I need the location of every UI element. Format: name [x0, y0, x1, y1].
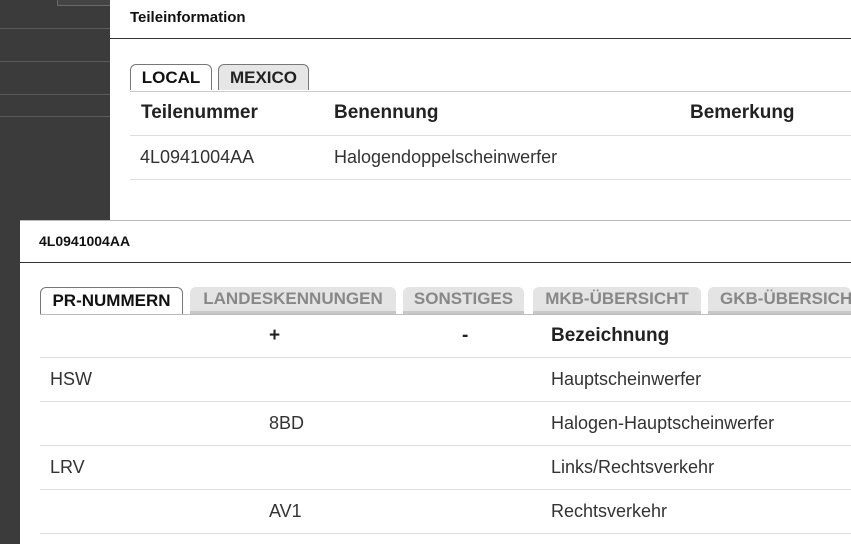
- cell-code: HSW: [50, 369, 92, 389]
- sidebar-divider: [0, 94, 110, 95]
- cell-plus: 8BD: [269, 413, 305, 433]
- cell-plus: AV1: [269, 501, 302, 521]
- parts-info-panel: Teileinformation LOCAL MEXICO Teilenumme…: [110, 0, 851, 222]
- panel-title: Teileinformation: [130, 9, 246, 26]
- tab-local[interactable]: LOCAL: [130, 64, 212, 90]
- tab-landeskennungen[interactable]: LANDESKENNUNGEN: [190, 287, 396, 314]
- row-divider: [130, 135, 851, 136]
- cell-bezeichnung: Links/Rechtsverkehr: [551, 457, 715, 477]
- row-divider: [40, 357, 851, 358]
- part-detail-panel: 4L0941004AA PR-NUMMERN LANDESKENNUNGEN S…: [20, 220, 851, 544]
- row-divider: [40, 489, 851, 490]
- row-divider: [40, 445, 851, 446]
- column-header-benennung: Benennung: [334, 102, 439, 123]
- tab-pr-nummern[interactable]: PR-NUMMERN: [40, 287, 183, 314]
- column-header-bemerkung: Bemerkung: [690, 102, 795, 123]
- cell-benennung: Halogendoppelscheinwerfer: [334, 147, 558, 167]
- tab-mkb-uebersicht[interactable]: MKB-ÜBERSICHT: [533, 287, 701, 314]
- cell-bezeichnung: Halogen-Hauptscheinwerfer: [551, 413, 775, 433]
- cell-bezeichnung: Hauptscheinwerfer: [551, 369, 702, 389]
- sidebar-divider: [0, 28, 110, 29]
- column-header-teilenummer: Teilenummer: [141, 102, 258, 123]
- tab-mexico[interactable]: MEXICO: [218, 64, 309, 90]
- tab-sonstiges[interactable]: SONSTIGES: [403, 287, 524, 314]
- row-divider: [40, 533, 851, 534]
- panel-title: 4L0941004AA: [39, 233, 131, 249]
- column-header-plus: +: [269, 325, 281, 346]
- panel-header: 4L0941004AA: [20, 221, 851, 263]
- row-divider: [40, 401, 851, 402]
- panel-header: Teileinformation: [110, 0, 851, 39]
- tab-gkb-uebersicht[interactable]: GKB-ÜBERSICHT: [708, 287, 851, 314]
- column-header-bezeichnung: Bezeichnung: [551, 325, 670, 346]
- sidebar-divider: [0, 116, 110, 117]
- sidebar-tab[interactable]: [57, 0, 111, 6]
- cell-bezeichnung: Rechtsverkehr: [551, 501, 668, 521]
- sidebar-divider: [0, 61, 110, 62]
- cell-code: LRV: [50, 457, 85, 477]
- column-header-minus: -: [462, 325, 469, 346]
- tab-underline: [40, 314, 851, 315]
- row-divider: [130, 179, 851, 180]
- tab-underline: [130, 91, 851, 92]
- cell-teilenummer: 4L0941004AA: [140, 147, 255, 167]
